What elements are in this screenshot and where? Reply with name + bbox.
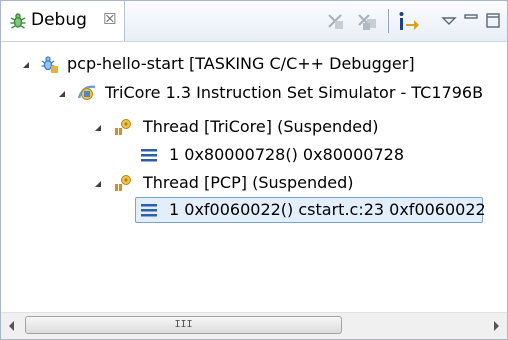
launch-config-icon xyxy=(41,56,58,73)
debug-bug-icon xyxy=(10,13,26,29)
collapse-arrow-icon[interactable] xyxy=(95,181,101,187)
stack-frame-icon xyxy=(141,149,157,162)
close-icon[interactable]: ☒ xyxy=(103,10,116,28)
horizontal-scrollbar[interactable]: III xyxy=(1,312,507,339)
view-menu-icon[interactable] xyxy=(437,9,461,33)
tree-item-label: Thread [PCP] (Suspended) xyxy=(143,173,354,192)
remove-all-terminated-icon[interactable] xyxy=(355,9,379,33)
tree-item-thread-pcp[interactable]: Thread [PCP] (Suspended) xyxy=(1,170,507,196)
collapse-arrow-icon[interactable] xyxy=(23,62,29,68)
tree-item-thread-tricore[interactable]: Thread [TriCore] (Suspended) xyxy=(1,114,507,140)
tree-item-target[interactable]: TriCore 1.3 Instruction Set Simulator - … xyxy=(1,80,507,106)
scroll-left-icon[interactable] xyxy=(9,321,14,331)
tree-item-label: Thread [TriCore] (Suspended) xyxy=(143,117,379,136)
step-into-icon[interactable] xyxy=(397,9,421,33)
scrollbar-grip: III xyxy=(174,319,193,330)
tree-item-label: pcp-hello-start [TASKING C/C++ Debugger] xyxy=(67,54,415,73)
thread-suspended-icon xyxy=(115,175,131,191)
debug-target-icon xyxy=(77,85,96,100)
collapse-arrow-icon[interactable] xyxy=(59,91,65,97)
debug-tree: pcp-hello-start [TASKING C/C++ Debugger]… xyxy=(1,42,507,313)
toolbar-separator xyxy=(388,9,389,33)
thread-suspended-icon xyxy=(115,119,131,135)
view-title-bar: Debug ☒ xyxy=(1,1,507,42)
scrollbar-thumb[interactable]: III xyxy=(25,316,342,334)
tree-item-label: 1 0x80000728() 0x80000728 xyxy=(169,145,405,164)
collapse-arrow-icon[interactable] xyxy=(95,125,101,131)
tab-label: Debug xyxy=(31,10,87,30)
minimize-icon[interactable] xyxy=(459,9,483,33)
scroll-right-icon[interactable] xyxy=(494,321,499,331)
debug-view: Debug ☒ pcp-hello-start [TASKING C/C++ D… xyxy=(0,0,508,340)
stack-frame-icon xyxy=(141,204,157,217)
tree-item-label: 1 0xf0060022() cstart.c:23 0xf0060022 xyxy=(169,200,486,219)
tree-item-stack-frame-selected[interactable]: 1 0xf0060022() cstart.c:23 0xf0060022 xyxy=(1,197,507,223)
tree-item-launch[interactable]: pcp-hello-start [TASKING C/C++ Debugger] xyxy=(1,51,507,77)
tab-debug[interactable]: Debug ☒ xyxy=(1,1,125,41)
tree-item-label: TriCore 1.3 Instruction Set Simulator - … xyxy=(105,83,484,102)
maximize-icon[interactable] xyxy=(481,9,505,33)
remove-terminated-icon[interactable] xyxy=(323,9,347,33)
tree-item-stack-frame[interactable]: 1 0x80000728() 0x80000728 xyxy=(1,142,507,168)
